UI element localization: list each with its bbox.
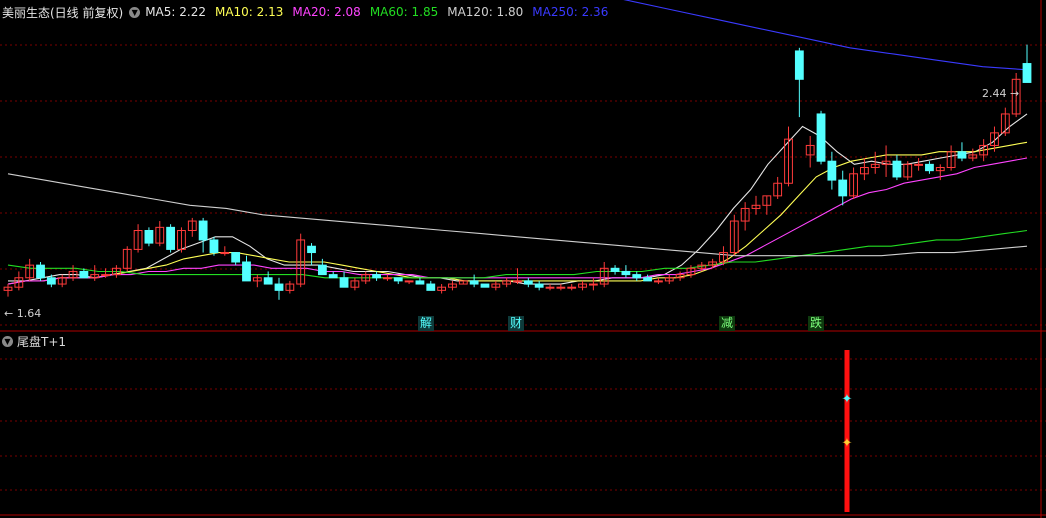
- candle-body: [914, 163, 923, 166]
- candle-body: [209, 239, 219, 254]
- dropdown-icon[interactable]: ▼: [129, 6, 141, 18]
- candle-body: [632, 274, 642, 279]
- chart-legend: 美丽生态(日线 前复权) ▼ MA5: 2.22 MA10: 2.13 MA20…: [2, 3, 617, 21]
- sub-panel-legend: ▼ 尾盘T+1: [2, 333, 66, 350]
- candle-body: [838, 179, 848, 197]
- stock-title[interactable]: 美丽生态(日线 前复权): [2, 4, 123, 21]
- ma20-label: MA20: 2.08: [292, 5, 361, 19]
- candle-body: [469, 280, 479, 285]
- candle-body: [415, 280, 425, 285]
- ma60-label: MA60: 1.85: [369, 5, 439, 19]
- candle-body: [654, 280, 663, 283]
- candle-body: [534, 283, 544, 288]
- candle-body: [1022, 63, 1032, 83]
- butterfly-icon: ✦: [842, 436, 853, 451]
- candle-body: [567, 286, 577, 289]
- low-price-value: 1.64: [16, 307, 42, 320]
- moving-average-lines: [7, 0, 1028, 285]
- candle-body: [317, 264, 327, 276]
- candle-body: [79, 270, 89, 279]
- ma-line-ma5: [8, 113, 1028, 285]
- candle-body: [794, 50, 804, 80]
- ma5-label: MA5: 2.22: [145, 5, 206, 19]
- candle-body: [513, 280, 522, 283]
- candle-body: [231, 252, 241, 263]
- stock-chart: ✦✦: [0, 0, 1046, 518]
- candle-body: [925, 163, 934, 172]
- candle-body: [166, 226, 176, 250]
- candle-body: [36, 264, 45, 279]
- candle-body: [621, 270, 631, 276]
- candle-body: [556, 286, 566, 289]
- high-price-label: 2.44 →: [982, 87, 1020, 100]
- candle-body: [892, 160, 902, 178]
- candle-body: [198, 220, 208, 241]
- ma120-label: MA120: 1.80: [447, 5, 524, 19]
- ma-line-ma20: [7, 157, 1028, 285]
- candle-body: [274, 283, 284, 291]
- ma10-label: MA10: 2.13: [214, 5, 284, 19]
- candle-body: [523, 280, 533, 285]
- candle-body: [220, 252, 230, 255]
- event-marker-finance[interactable]: 财: [508, 316, 524, 331]
- butterfly-icon: ✦: [842, 392, 853, 407]
- candle-body: [372, 274, 381, 279]
- candle-body: [957, 151, 967, 159]
- candle-body: [816, 113, 826, 162]
- candle-body: [46, 277, 56, 285]
- signal-bar: ✦✦: [842, 350, 853, 512]
- candle-body: [242, 261, 251, 282]
- candle-body: [610, 267, 620, 272]
- event-marker-unlock[interactable]: 解: [418, 316, 434, 331]
- dropdown-icon[interactable]: ▼: [2, 336, 13, 347]
- high-price-value: 2.44: [982, 87, 1007, 100]
- candle-body: [480, 283, 490, 288]
- sub-panel-title: 尾盘T+1: [17, 335, 67, 349]
- candle-body: [588, 283, 598, 286]
- low-price-label: ← 1.64: [4, 307, 42, 320]
- candle-body: [426, 283, 436, 291]
- candle-body: [144, 230, 154, 244]
- candle-body: [339, 277, 349, 288]
- candle-body: [328, 274, 338, 279]
- candle-body: [545, 286, 555, 289]
- candle-body: [307, 245, 316, 254]
- candle-body: [263, 277, 273, 285]
- candle-body: [101, 274, 110, 277]
- event-marker-drop[interactable]: 跌: [808, 316, 824, 331]
- candle-body: [827, 160, 837, 181]
- candle-body: [383, 277, 392, 280]
- event-marker-reduce[interactable]: 减: [719, 316, 735, 331]
- candle-body: [643, 277, 652, 282]
- candle-body: [404, 280, 414, 283]
- grid-lines: [0, 0, 1046, 518]
- candle-body: [393, 277, 403, 282]
- ma250-label: MA250: 2.36: [532, 5, 609, 19]
